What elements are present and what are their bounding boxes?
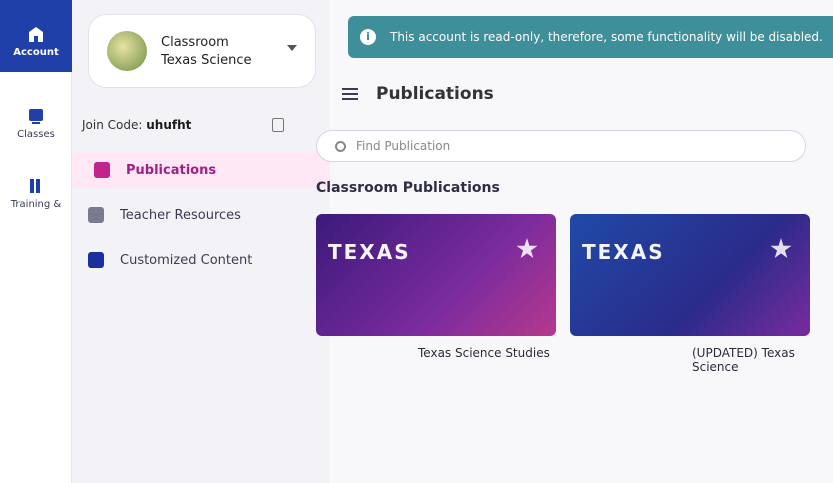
class-avatar — [107, 31, 147, 71]
search-placeholder: Find Publication — [356, 139, 451, 153]
book-icon — [94, 162, 110, 178]
left-rail: Account Classes Training & — [0, 0, 72, 483]
page-title: Publications — [376, 84, 494, 104]
nav-publications-label: Publications — [126, 162, 217, 178]
class-selector[interactable]: Classroom Texas Science — [88, 14, 316, 88]
rail-classes-label: Classes — [17, 129, 55, 140]
publication-title[interactable]: Texas Science Studies — [418, 346, 550, 360]
class-subtitle: Texas Science — [161, 53, 252, 68]
publication-cover[interactable]: TEXAS — [316, 214, 556, 336]
class-panel: Classroom Texas Science Join Code: uhufh… — [72, 0, 330, 483]
class-name: Classroom — [161, 35, 229, 50]
join-code-label: Join Code: — [82, 118, 143, 132]
publication-cover[interactable]: TEXAS — [570, 214, 810, 336]
search-input[interactable]: Find Publication — [316, 130, 806, 162]
readonly-banner: i This account is read-only, therefore, … — [348, 16, 833, 58]
main-content: i This account is read-only, therefore, … — [316, 0, 833, 483]
section-title: Classroom Publications — [316, 180, 500, 196]
folder-icon — [88, 207, 104, 223]
nav-publications[interactable]: Publications — [72, 152, 330, 188]
info-icon: i — [360, 29, 376, 45]
copy-icon[interactable] — [272, 118, 284, 132]
star-icon — [770, 238, 792, 259]
search-icon — [335, 140, 346, 152]
chevron-down-icon — [287, 45, 297, 51]
join-code-row: Join Code: uhufht — [82, 118, 191, 132]
rail-training-label: Training & — [10, 199, 62, 210]
readonly-banner-text: This account is read-only, therefore, so… — [390, 30, 823, 44]
book-icon — [30, 179, 40, 193]
cover-brand: TEXAS — [328, 240, 411, 264]
menu-icon[interactable] — [342, 88, 358, 100]
nav-teacher-resources[interactable]: Teacher Resources — [72, 197, 330, 233]
cover-brand: TEXAS — [582, 240, 665, 264]
account-icon — [29, 27, 43, 42]
rail-account[interactable]: Account — [0, 0, 72, 72]
star-icon — [516, 238, 538, 259]
rail-classes[interactable]: Classes — [0, 100, 72, 160]
join-code-value: uhufht — [146, 118, 192, 132]
rail-training[interactable]: Training & — [0, 172, 72, 236]
publication-covers: TEXAS TEXAS — [316, 214, 833, 336]
page-header: Publications — [330, 72, 833, 116]
nav-customized-content-label: Customized Content — [120, 252, 253, 268]
rail-account-label: Account — [13, 47, 59, 58]
nav-customized-content[interactable]: Customized Content — [72, 242, 330, 278]
classes-icon — [29, 109, 43, 124]
content-icon — [88, 252, 104, 268]
publication-title[interactable]: (UPDATED) Texas Science — [692, 346, 833, 374]
nav-teacher-resources-label: Teacher Resources — [120, 207, 241, 223]
